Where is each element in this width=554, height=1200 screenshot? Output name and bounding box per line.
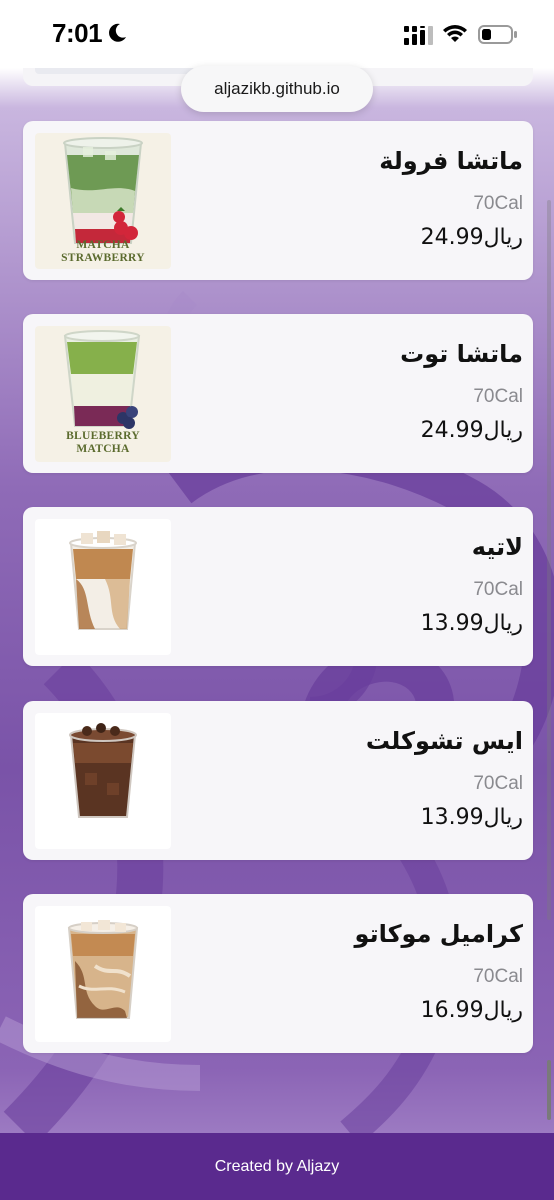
- address-bar[interactable]: aljazikb.github.io: [181, 66, 373, 112]
- item-name: ايس تشوكلت: [365, 727, 523, 755]
- wifi-icon: [443, 25, 467, 42]
- drink-image: MATCHA STRAWBERRY: [35, 133, 171, 269]
- drink-label: BLUEBERRY MATCHA: [66, 430, 140, 455]
- status-bar: 7:01: [0, 0, 554, 68]
- item-price: ريال24.99: [420, 225, 523, 250]
- item-calories: 70Cal: [473, 773, 523, 794]
- drink-image: BLUEBERRY MATCHA: [35, 326, 171, 462]
- footer: Created by Aljazy: [0, 1133, 554, 1200]
- drink-image: [35, 519, 171, 655]
- drink-image: [35, 713, 171, 849]
- item-calories: 70Cal: [473, 386, 523, 407]
- iced-chocolate-icon: [69, 723, 137, 818]
- image-placeholder: [35, 68, 193, 74]
- menu-card[interactable]: ايس تشوكلت 70Cal ريال13.99: [23, 701, 533, 860]
- drink-label: MATCHA STRAWBERRY: [61, 239, 145, 264]
- menu-card[interactable]: لاتيه 70Cal ريال13.99: [23, 507, 533, 666]
- url-text: aljazikb.github.io: [214, 79, 340, 98]
- drink-image: [35, 906, 171, 1042]
- scrollbar-track[interactable]: [547, 200, 551, 920]
- item-price: ريال16.99: [420, 998, 523, 1023]
- item-calories: 70Cal: [473, 193, 523, 214]
- item-calories: 70Cal: [473, 579, 523, 600]
- item-name: كراميل موكاتو: [354, 920, 523, 948]
- item-price: ريال13.99: [420, 805, 523, 830]
- footer-credit: Created by Aljazy: [214, 1157, 340, 1175]
- menu-card[interactable]: BLUEBERRY MATCHA ماتشا توت 70Cal ريال24.…: [23, 314, 533, 473]
- status-time: 7:01: [52, 18, 103, 48]
- battery-icon: [478, 25, 517, 44]
- item-price: ريال24.99: [420, 418, 523, 443]
- moon-icon: [109, 23, 126, 42]
- item-name: لاتيه: [471, 533, 523, 561]
- item-price: ريال13.99: [420, 611, 523, 636]
- iced-latte-icon: [69, 531, 137, 630]
- signal-icon: [404, 26, 433, 45]
- scrollbar-thumb[interactable]: [547, 1060, 551, 1120]
- menu-card[interactable]: كراميل موكاتو 70Cal ريال16.99: [23, 894, 533, 1053]
- item-name: ماتشا فرولة: [379, 147, 523, 175]
- menu-card[interactable]: MATCHA STRAWBERRY ماتشا فرولة 70Cal ريال…: [23, 121, 533, 280]
- caramel-mochato-icon: [67, 920, 139, 1019]
- item-name: ماتشا توت: [400, 340, 523, 368]
- item-calories: 70Cal: [473, 966, 523, 987]
